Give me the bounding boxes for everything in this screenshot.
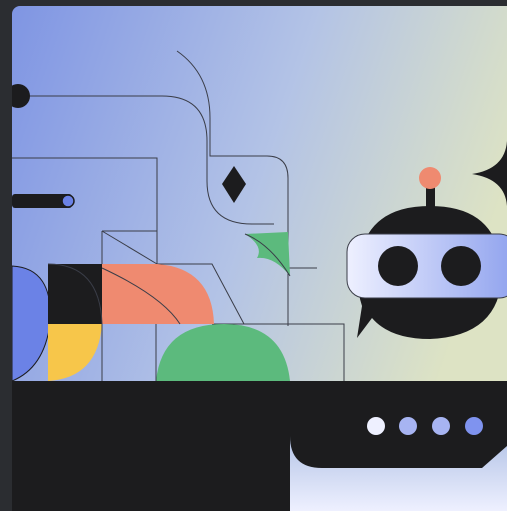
dark-quarter	[48, 264, 102, 324]
typing-dot-2	[399, 417, 417, 435]
typing-dot-3	[432, 417, 450, 435]
typing-dot-4	[465, 417, 483, 435]
robot-eye-left	[378, 246, 418, 286]
robot-antenna-ball	[419, 167, 441, 189]
slider-dot	[61, 194, 75, 208]
hero-illustration	[12, 6, 507, 511]
robot-visor	[346, 233, 507, 299]
typing-dot-1	[367, 417, 385, 435]
robot-eye-right	[441, 246, 481, 286]
illustration-canvas	[12, 6, 507, 511]
app-frame	[0, 0, 507, 511]
